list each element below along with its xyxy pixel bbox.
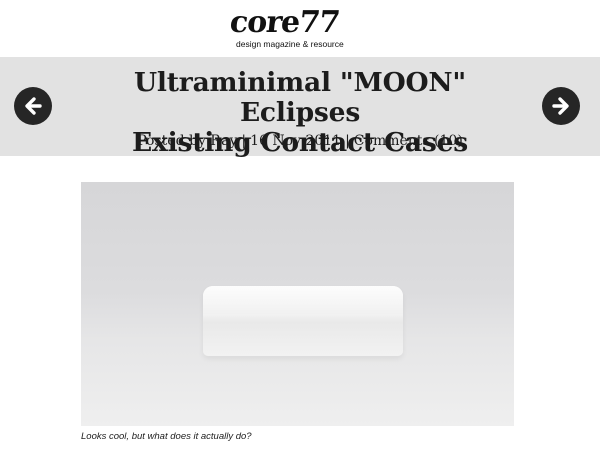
product-object — [203, 286, 403, 356]
next-article-button[interactable] — [542, 87, 580, 125]
article-meta: Posted by Ray | 16 Nov 2011 | Comments (10) — [70, 133, 530, 149]
author-byline: Posted by Ray — [137, 133, 238, 149]
post-date: 16 Nov 2011 — [250, 133, 342, 149]
logo-wordmark: core77 — [228, 5, 341, 40]
photo-caption: Looks cool, but what does it actually do… — [81, 431, 252, 442]
site-logo[interactable]: core77 design magazine & resource — [228, 5, 370, 54]
comments-link[interactable]: Comments (10) — [354, 133, 463, 149]
product-top-face — [203, 286, 403, 314]
meta-separator: | — [241, 133, 247, 149]
article-photo — [81, 182, 514, 426]
meta-separator: | — [345, 133, 350, 149]
arrow-left-icon — [25, 97, 42, 115]
article-header: Ultraminimal "MOON" Eclipses Existing Co… — [0, 57, 600, 158]
arrow-right-icon — [552, 97, 569, 115]
title-line-1: Ultraminimal "MOON" Eclipses — [133, 67, 467, 128]
previous-article-button[interactable] — [14, 87, 52, 125]
logo-tagline: design magazine & resource — [236, 39, 344, 49]
